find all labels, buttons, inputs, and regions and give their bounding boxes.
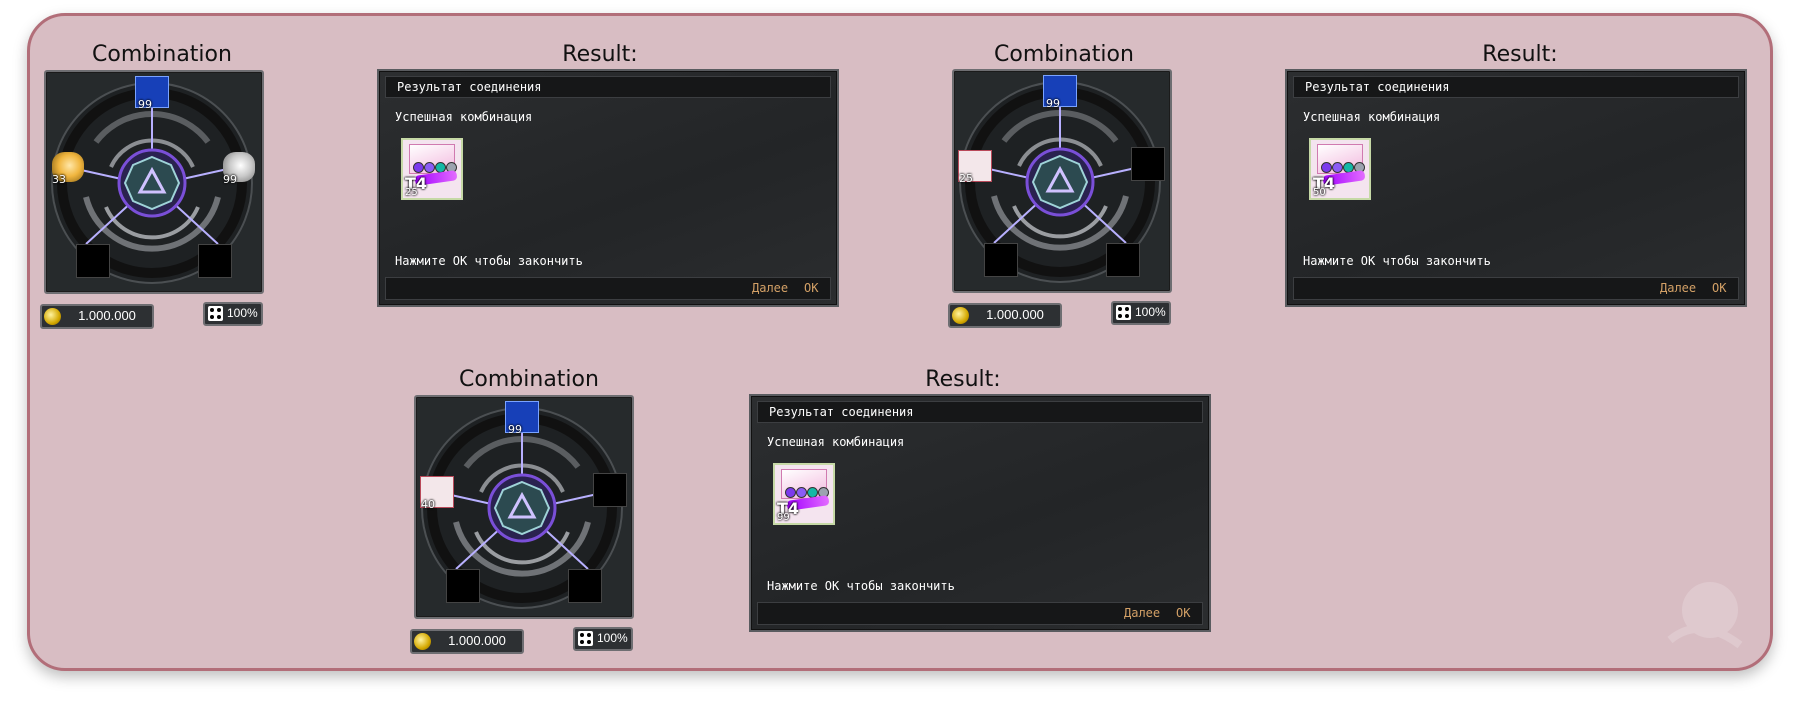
scroll-item-slot-left[interactable]: 25 bbox=[958, 150, 992, 185]
reward-item[interactable]: T4 99 bbox=[773, 463, 835, 525]
scroll-item-slot-left[interactable]: 40 bbox=[420, 476, 454, 511]
result-heading: Result: bbox=[1482, 42, 1558, 67]
dice-icon bbox=[1116, 305, 1131, 320]
result-status: Успешная комбинация bbox=[767, 435, 905, 449]
reward-item[interactable]: T4 50 bbox=[1309, 138, 1371, 200]
next-button[interactable]: Далее bbox=[1660, 281, 1696, 295]
combination-heading: Combination bbox=[459, 367, 599, 392]
combination-heading: Combination bbox=[92, 42, 232, 67]
result-footer: Далее ОК bbox=[1293, 277, 1739, 300]
result-status: Успешная комбинация bbox=[395, 110, 533, 124]
result-titlebar: Результат соединения bbox=[757, 401, 1203, 423]
gold-coin-icon bbox=[952, 307, 969, 324]
result-hint: Нажмите ОК чтобы закончить bbox=[767, 579, 955, 593]
dice-icon bbox=[578, 631, 593, 646]
empty-slot-bottom-left[interactable] bbox=[446, 569, 480, 603]
mana-item-slot-top[interactable]: 99 bbox=[1043, 75, 1077, 110]
empty-slot-bottom-left[interactable] bbox=[76, 244, 110, 278]
result-status: Успешная комбинация bbox=[1303, 110, 1441, 124]
gold-coin-icon bbox=[414, 633, 431, 650]
combination-window: 99 25 bbox=[952, 69, 1172, 293]
silver-shell-item-slot-right[interactable]: 99 bbox=[223, 152, 255, 186]
ok-button[interactable]: ОК bbox=[804, 281, 818, 295]
reward-item[interactable]: T4 25 bbox=[401, 138, 463, 200]
result-titlebar: Результат соединения bbox=[385, 76, 831, 98]
result-footer: Далее ОК bbox=[385, 277, 831, 300]
result-window: Результат соединения Успешная комбинация… bbox=[1285, 69, 1747, 307]
next-button[interactable]: Далее bbox=[752, 281, 788, 295]
empty-slot-bottom-right[interactable] bbox=[1106, 243, 1140, 277]
result-titlebar: Результат соединения bbox=[1293, 76, 1739, 98]
gold-coin-icon bbox=[44, 308, 61, 325]
ok-button[interactable]: ОК bbox=[1176, 606, 1190, 620]
watermark-logo bbox=[1667, 582, 1743, 649]
empty-slot-right[interactable] bbox=[1131, 147, 1165, 181]
empty-slot-bottom-right[interactable] bbox=[568, 569, 602, 603]
mana-item-slot-top[interactable]: 99 bbox=[135, 76, 169, 111]
ok-button[interactable]: ОК bbox=[1712, 281, 1726, 295]
gold-cost-field: 1.000.000 bbox=[948, 303, 1062, 328]
result-window: Результат соединения Успешная комбинация… bbox=[377, 69, 839, 307]
result-window: Результат соединения Успешная комбинация… bbox=[749, 394, 1211, 632]
success-chance-field: 100% bbox=[1111, 301, 1171, 325]
result-heading: Result: bbox=[562, 42, 638, 67]
mana-item-slot-top[interactable]: 99 bbox=[505, 401, 539, 436]
combination-heading: Combination bbox=[994, 42, 1134, 67]
gold-shell-item-slot-left[interactable]: 33 bbox=[52, 152, 84, 186]
empty-slot-bottom-right[interactable] bbox=[198, 244, 232, 278]
gold-cost-field: 1.000.000 bbox=[410, 629, 524, 654]
empty-slot-bottom-left[interactable] bbox=[984, 243, 1018, 277]
result-footer: Далее ОК bbox=[757, 602, 1203, 625]
combination-window: 99 33 99 bbox=[44, 70, 264, 294]
dice-icon bbox=[208, 306, 223, 321]
result-hint: Нажмите ОК чтобы закончить bbox=[395, 254, 583, 268]
next-button[interactable]: Далее bbox=[1124, 606, 1160, 620]
gold-cost-field: 1.000.000 bbox=[40, 304, 154, 329]
result-heading: Result: bbox=[925, 367, 1001, 392]
empty-slot-right[interactable] bbox=[593, 473, 627, 507]
result-hint: Нажмите ОК чтобы закончить bbox=[1303, 254, 1491, 268]
success-chance-field: 100% bbox=[573, 627, 633, 651]
success-chance-field: 100% bbox=[203, 302, 263, 326]
combination-window: 99 40 bbox=[414, 395, 634, 619]
